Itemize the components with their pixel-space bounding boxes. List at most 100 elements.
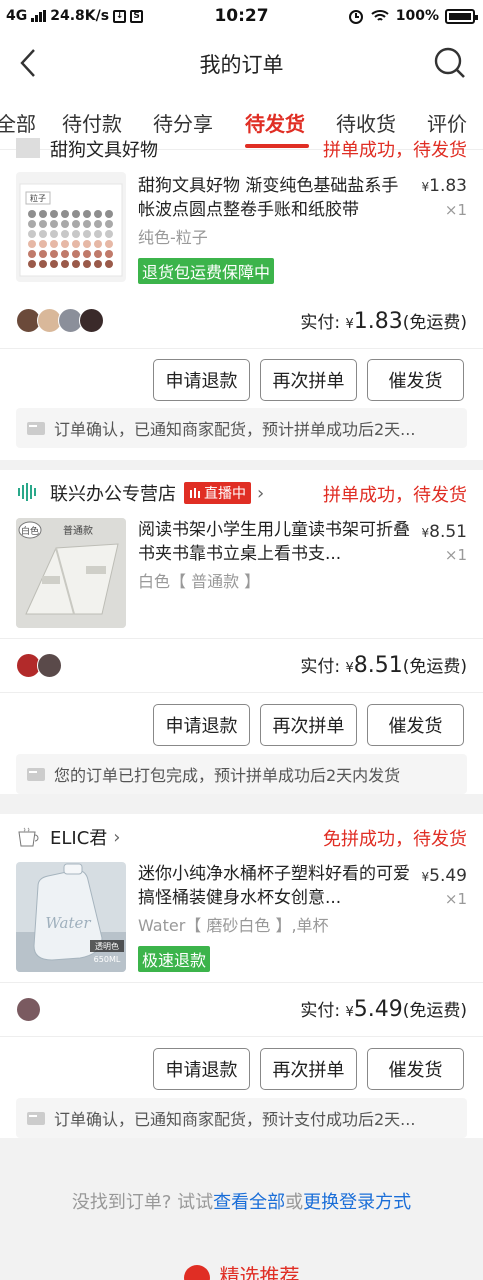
shop-name[interactable]: 甜狗文具好物	[50, 136, 158, 158]
status-right: 100%	[348, 8, 478, 24]
wifi-icon	[371, 10, 389, 21]
divider	[0, 348, 483, 349]
order-header-clipped: 甜狗文具好物 拼单成功，待发货	[16, 136, 467, 158]
dot	[72, 230, 80, 238]
dot	[94, 230, 102, 238]
shop-name[interactable]: 联兴办公专营店	[50, 480, 176, 506]
dot	[61, 220, 69, 228]
refund-button[interactable]: 申请退款	[153, 1048, 250, 1090]
dot	[105, 250, 113, 258]
product-spec: 纯色-粒子	[138, 228, 208, 247]
dot	[50, 240, 58, 248]
thumb-model-label: 普通款	[63, 524, 93, 537]
urge-shipping-button[interactable]: 催发货	[367, 359, 464, 401]
battery-icon	[445, 8, 478, 24]
dot	[61, 230, 69, 238]
refund-button[interactable]: 申请退款	[153, 359, 250, 401]
nav-bar: 我的订单	[0, 34, 483, 92]
dot	[94, 210, 102, 218]
product-price: ¥5.49	[421, 866, 468, 886]
switch-login-link[interactable]: 更换登录方式	[303, 1192, 411, 1213]
book-stand-image: 白色 普通款	[16, 518, 126, 628]
urge-shipping-button[interactable]: 催发货	[367, 704, 464, 746]
paid-value: 5.49	[353, 997, 403, 1022]
tab-pending-payment[interactable]: 待付款	[62, 108, 122, 137]
dot	[61, 260, 69, 268]
reorder-button[interactable]: 再次拼单	[260, 359, 357, 401]
dot	[72, 250, 80, 258]
view-all-link[interactable]: 查看全部	[213, 1192, 285, 1213]
dot	[83, 240, 91, 248]
alarm-icon	[348, 10, 363, 24]
product-title[interactable]: 甜狗文具好物 渐变纯色基础盐系手帐波点圆点整卷手账和纸胶带	[138, 174, 410, 222]
live-badge[interactable]: 直播中	[184, 482, 251, 504]
order-card[interactable]: ELIC君 › 免拼成功，待发货 Water 透明色 650ML 迷你小纯净水桶…	[0, 814, 483, 1138]
product-thumbnail[interactable]: Water 透明色 650ML	[16, 862, 126, 972]
product-title[interactable]: 阅读书架小学生用儿童读书架可折叠书夹书靠书立桌上看书支...	[138, 518, 410, 566]
dot	[28, 210, 36, 218]
shop-name[interactable]: ELIC君	[50, 824, 107, 850]
paid-label: 实付:	[300, 657, 341, 677]
fast-refund-tag: 极速退款	[138, 946, 211, 972]
product-thumbnail[interactable]: 白色 普通款	[16, 518, 126, 628]
reorder-button[interactable]: 再次拼单	[260, 1048, 357, 1090]
refund-button[interactable]: 申请退款	[153, 704, 250, 746]
battery-percent: 100%	[395, 8, 439, 24]
reorder-button[interactable]: 再次拼单	[260, 704, 357, 746]
product-title[interactable]: 迷你小纯净水桶杯子塑料好看的可爱搞怪桶装健身水杯女创意...	[138, 862, 410, 910]
group-avatars	[16, 997, 41, 1022]
dot	[83, 230, 91, 238]
thumb-color-label: 白色	[21, 525, 39, 537]
order-note[interactable]: 订单确认，已通知商家配货，预计拼单成功后2天...	[16, 408, 467, 448]
truck-icon	[27, 768, 45, 781]
tab-pending-receipt[interactable]: 待收货	[336, 108, 396, 137]
thumb-brand-label: Water	[45, 914, 91, 932]
order-note[interactable]: 订单确认，已通知商家配货，预计支付成功后2天...	[16, 1098, 467, 1138]
dot	[61, 250, 69, 258]
dot	[39, 240, 47, 248]
dot	[61, 210, 69, 218]
product-thumbnail[interactable]: 粒子	[16, 172, 126, 282]
dot	[61, 240, 69, 248]
dot	[72, 240, 80, 248]
truck-icon	[27, 422, 45, 435]
dot	[50, 210, 58, 218]
washi-tape-dots-image: 粒子	[19, 183, 123, 277]
paid-amount: 实付: ¥5.49(免运费)	[300, 997, 467, 1022]
tab-pending-shipment[interactable]: 待发货	[245, 108, 305, 137]
tab-pending-share[interactable]: 待分享	[153, 108, 213, 137]
product-price-value: 1.83	[429, 176, 467, 196]
dot	[94, 260, 102, 268]
order-note[interactable]: 您的订单已打包完成，预计拼单成功后2天内发货	[16, 754, 467, 794]
search-icon[interactable]	[433, 46, 467, 80]
group-avatars	[16, 308, 104, 333]
footer: 没找到订单? 试试查看全部或更换登录方式 精选推荐	[0, 1148, 483, 1280]
tab-all[interactable]: 全部	[0, 108, 36, 137]
paid-amount: 实付: ¥1.83(免运费)	[300, 309, 467, 334]
shop-logo	[18, 483, 36, 501]
order-status: 拼单成功，待发货	[323, 485, 467, 506]
dot	[50, 260, 58, 268]
recommend-title: 精选推荐	[219, 1264, 300, 1280]
refund-guarantee-tag: 退货包运费保障中	[138, 258, 275, 284]
dot	[105, 210, 113, 218]
order-card[interactable]: 甜狗文具好物 拼单成功，待发货 粒子 甜狗文具好物 渐变纯色基础盐系手帐波点圆点…	[0, 138, 483, 460]
order-note-text: 订单确认，已通知商家配货，预计支付成功后2天...	[54, 1110, 416, 1129]
dot	[83, 260, 91, 268]
dot	[28, 250, 36, 258]
product-qty: ×1	[444, 546, 467, 564]
urge-shipping-button[interactable]: 催发货	[367, 1048, 464, 1090]
paid-value: 8.51	[353, 653, 403, 678]
tab-review[interactable]: 评价	[427, 108, 467, 137]
dot	[94, 250, 102, 258]
order-card[interactable]: 联兴办公专营店 直播中 › 拼单成功，待发货 白色 普通款 阅读书架小学生用儿童…	[0, 470, 483, 794]
dot	[39, 260, 47, 268]
shipping-note: (免运费)	[402, 1001, 467, 1021]
order-note-text: 您的订单已打包完成，预计拼单成功后2天内发货	[54, 766, 401, 785]
product-qty: ×1	[444, 201, 467, 219]
dot	[105, 260, 113, 268]
dot	[83, 250, 91, 258]
order-status: 拼单成功，待发货	[323, 140, 467, 158]
paid-value: 1.83	[353, 309, 403, 334]
avatar	[79, 308, 104, 333]
